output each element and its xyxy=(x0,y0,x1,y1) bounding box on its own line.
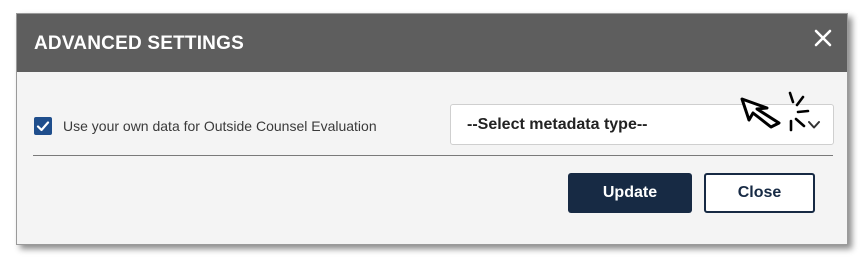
metadata-type-value: --Select metadata type-- xyxy=(467,116,648,133)
update-button[interactable]: Update xyxy=(568,173,692,213)
dialog-title: ADVANCED SETTINGS xyxy=(34,33,244,54)
close-button[interactable]: Close xyxy=(704,173,815,213)
use-own-data-label: Use your own data for Outside Counsel Ev… xyxy=(63,118,377,134)
checkmark-icon xyxy=(36,121,50,132)
dialog-header: ADVANCED SETTINGS xyxy=(17,14,847,72)
close-icon[interactable] xyxy=(813,28,833,48)
use-own-data-checkbox[interactable] xyxy=(34,117,52,135)
chevron-down-icon xyxy=(808,121,820,129)
advanced-settings-dialog: ADVANCED SETTINGS Use your own data for … xyxy=(16,13,848,245)
dialog-divider xyxy=(33,155,833,156)
metadata-type-select[interactable]: --Select metadata type-- xyxy=(450,104,834,145)
